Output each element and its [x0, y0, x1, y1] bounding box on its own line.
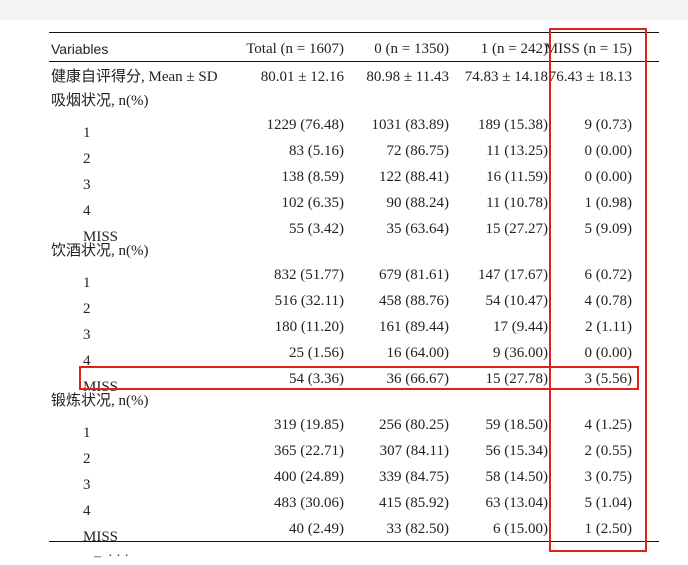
truncated-footer-text: – · · · — [94, 549, 129, 564]
table-cell: 365 (22.71) — [274, 443, 344, 459]
row-level-label: MISS — [83, 529, 119, 545]
table-cell: 415 (85.92) — [379, 495, 449, 511]
table-cell: 339 (84.75) — [379, 469, 449, 485]
table-cell: 25 (1.56) — [289, 345, 344, 361]
column-header-2: 0 (n = 1350) — [374, 41, 449, 57]
table-cell: 80.98 ± 11.43 — [366, 69, 449, 85]
column-header-1: Total (n = 1607) — [246, 41, 344, 57]
row-level-label: 4 — [83, 203, 91, 219]
table-cell: 11 (13.25) — [486, 143, 548, 159]
table-cell: 35 (63.64) — [386, 221, 450, 237]
table-cell: 458 (88.76) — [379, 293, 449, 309]
table-cell: 40 (2.49) — [289, 521, 344, 537]
table-cell: 832 (51.77) — [274, 267, 344, 283]
row-level-label: 1 — [83, 425, 91, 441]
table-cell: 16 (11.59) — [486, 169, 548, 185]
table-cell: 15 (27.27) — [485, 221, 549, 237]
row-level-label: 3 — [83, 477, 91, 493]
table-cell: 1031 (83.89) — [371, 117, 450, 133]
table-cell: 138 (8.59) — [281, 169, 345, 185]
table-cell: 147 (17.67) — [478, 267, 548, 283]
row-level-label: 4 — [83, 503, 91, 519]
table-cell: 90 (88.24) — [386, 195, 450, 211]
table-cell: 1229 (76.48) — [266, 117, 345, 133]
row-level-label: 3 — [83, 177, 91, 193]
table-cell: 58 (14.50) — [485, 469, 549, 485]
row-variable-label: 饮酒状况, n(%) — [51, 243, 149, 259]
row-variable-label: 吸烟状况, n(%) — [51, 93, 149, 109]
table-cell: 122 (88.41) — [379, 169, 449, 185]
table-cell: 55 (3.42) — [289, 221, 344, 237]
table-cell: 9 (36.00) — [493, 345, 548, 361]
table-cell: 11 (10.78) — [486, 195, 548, 211]
row-level-label: 1 — [83, 275, 91, 291]
table-cell: 307 (84.11) — [379, 443, 449, 459]
row-level-label: 2 — [83, 301, 91, 317]
row-level-label: 2 — [83, 151, 91, 167]
table-cell: 83 (5.16) — [289, 143, 344, 159]
table-cell: 516 (32.11) — [274, 293, 344, 309]
table-cell: 161 (89.44) — [379, 319, 449, 335]
column-header-variables: Variables — [51, 41, 109, 57]
highlight-miss-column-box — [549, 28, 647, 552]
table-cell: 63 (13.04) — [485, 495, 549, 511]
row-level-label: 2 — [83, 451, 91, 467]
table-cell: 33 (82.50) — [386, 521, 450, 537]
table-cell: 17 (9.44) — [493, 319, 548, 335]
table-cell: 80.01 ± 12.16 — [260, 69, 344, 85]
column-header-3: 1 (n = 242) — [480, 41, 548, 57]
row-variable-label: 健康自评得分, Mean ± SD — [51, 69, 218, 85]
table-cell: 74.83 ± 14.18 — [464, 69, 548, 85]
table-cell: 6 (15.00) — [493, 521, 548, 537]
table-cell: 483 (30.06) — [274, 495, 344, 511]
table-cell: 256 (80.25) — [379, 417, 449, 433]
table-cell: 679 (81.61) — [379, 267, 449, 283]
table-cell: 59 (18.50) — [485, 417, 549, 433]
table-cell: 189 (15.38) — [478, 117, 548, 133]
table-cell: 180 (11.20) — [274, 319, 344, 335]
browser-top-strip — [0, 0, 688, 20]
table-cell: 16 (64.00) — [386, 345, 450, 361]
table-cell: 400 (24.89) — [274, 469, 344, 485]
table-cell: 54 (10.47) — [485, 293, 549, 309]
table-cell: 319 (19.85) — [274, 417, 344, 433]
table-cell: 102 (6.35) — [281, 195, 345, 211]
row-level-label: 3 — [83, 327, 91, 343]
table-cell: 72 (86.75) — [386, 143, 450, 159]
row-level-label: 1 — [83, 125, 91, 141]
row-variable-label: 锻炼状况, n(%) — [51, 393, 149, 409]
table-cell: 56 (15.34) — [485, 443, 549, 459]
highlight-miss-row-box — [79, 366, 639, 390]
